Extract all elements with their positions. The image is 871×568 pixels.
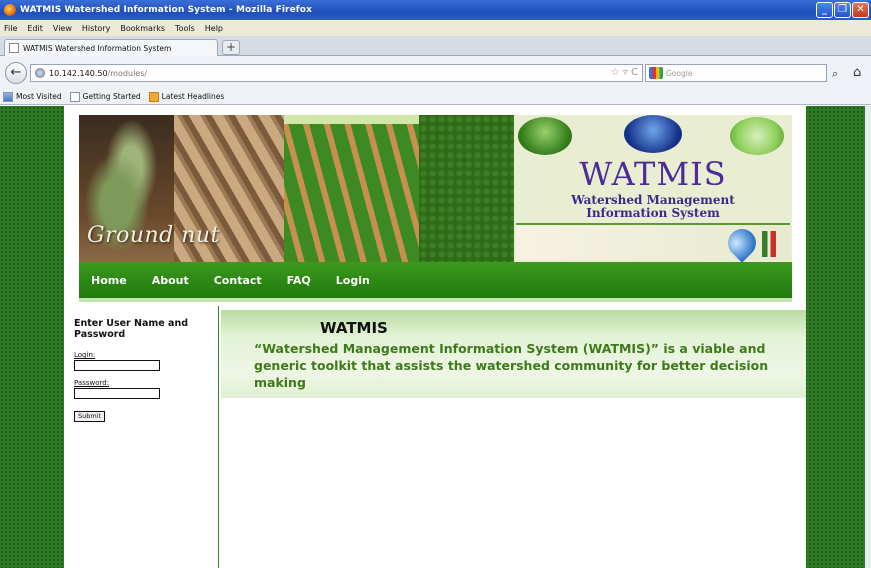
search-icon[interactable]: ⌕ bbox=[832, 67, 838, 81]
nav-contact[interactable]: Contact bbox=[214, 274, 262, 287]
new-tab-button[interactable]: + bbox=[222, 40, 240, 55]
url-path: /modules/ bbox=[107, 68, 148, 78]
page-icon bbox=[69, 91, 80, 102]
page-favicon-icon bbox=[9, 43, 19, 53]
logo-subtitle-line1: Watershed Management bbox=[571, 193, 735, 207]
nav-about[interactable]: About bbox=[152, 274, 189, 287]
password-label: Password: bbox=[74, 379, 110, 387]
nav-divider bbox=[79, 298, 792, 302]
plant-growth-strip bbox=[516, 223, 790, 262]
login-heading: Enter User Name and Password bbox=[74, 318, 189, 340]
menu-file[interactable]: File bbox=[4, 24, 17, 33]
page-background: Ground nut WATMIS Watershed Management I… bbox=[0, 106, 871, 568]
green-earth-icon bbox=[730, 117, 784, 155]
menu-bar: File Edit View History Bookmarks Tools H… bbox=[0, 20, 871, 36]
logo-subtitle-line2: Information System bbox=[586, 206, 720, 220]
globe-icon bbox=[624, 115, 682, 153]
google-icon[interactable] bbox=[649, 67, 663, 79]
url-host: 10.142.140.50 bbox=[49, 68, 108, 78]
menu-edit[interactable]: Edit bbox=[27, 24, 43, 33]
bookmark-label: Most Visited bbox=[16, 92, 62, 101]
water-drop-icon bbox=[722, 223, 762, 262]
close-button[interactable]: ✕ bbox=[852, 2, 869, 18]
bookmarks-toolbar: Most Visited Getting Started Latest Head… bbox=[0, 89, 871, 105]
tab-watmis[interactable]: WATMIS Watershed Information System bbox=[4, 39, 218, 56]
menu-view[interactable]: View bbox=[53, 24, 72, 33]
nav-faq[interactable]: FAQ bbox=[287, 274, 311, 287]
menu-tools[interactable]: Tools bbox=[175, 24, 195, 33]
password-input[interactable] bbox=[74, 388, 160, 399]
maximize-button[interactable]: ❐ bbox=[834, 2, 851, 18]
sidebar: Enter User Name and Password Login: Pass… bbox=[64, 306, 219, 568]
bookmark-latest-headlines[interactable]: Latest Headlines bbox=[148, 91, 225, 102]
main-nav: Home About Contact FAQ Login bbox=[79, 262, 792, 298]
bookmark-getting-started[interactable]: Getting Started bbox=[69, 91, 141, 102]
most-visited-icon bbox=[3, 91, 13, 102]
watmis-logo: WATMIS Watershed Management Information … bbox=[514, 115, 792, 262]
logo-title: WATMIS bbox=[579, 155, 727, 193]
bookmark-most-visited[interactable]: Most Visited bbox=[3, 91, 62, 102]
page-container: Ground nut WATMIS Watershed Management I… bbox=[64, 106, 806, 568]
login-label: Login: bbox=[74, 351, 96, 359]
crop-field-image bbox=[419, 115, 514, 262]
rss-icon bbox=[148, 91, 159, 102]
url-bar-tools[interactable]: ☆ ▿ C bbox=[611, 67, 638, 78]
nav-home[interactable]: Home bbox=[91, 274, 127, 287]
search-placeholder: Google bbox=[666, 68, 693, 78]
tab-bar: WATMIS Watershed Information System + bbox=[0, 36, 871, 56]
window-controls: _ ❐ ✕ bbox=[816, 2, 869, 18]
navigation-toolbar: ← 10.142.140.50 /modules/ ☆ ▿ C Google ⌕… bbox=[0, 56, 871, 89]
home-icon[interactable]: ⌂ bbox=[853, 65, 861, 80]
seedling-icon bbox=[518, 117, 572, 155]
nav-login[interactable]: Login bbox=[336, 274, 370, 287]
submit-button[interactable]: Submit bbox=[74, 411, 105, 422]
minimize-button[interactable]: _ bbox=[816, 2, 833, 18]
banner-caption: Ground nut bbox=[87, 223, 220, 248]
site-identity-icon[interactable] bbox=[35, 68, 45, 78]
window-titlebar: WATMIS Watershed Information System - Mo… bbox=[0, 0, 871, 20]
vertical-scrollbar[interactable] bbox=[865, 106, 871, 568]
firefox-icon bbox=[4, 4, 16, 16]
window-title: WATMIS Watershed Information System - Mo… bbox=[20, 5, 312, 15]
back-button[interactable]: ← bbox=[5, 62, 27, 84]
login-input[interactable] bbox=[74, 360, 160, 371]
tab-label: WATMIS Watershed Information System bbox=[23, 43, 172, 53]
header-banner: Ground nut WATMIS Watershed Management I… bbox=[79, 115, 792, 262]
menu-history[interactable]: History bbox=[82, 24, 110, 33]
search-input[interactable]: Google bbox=[645, 64, 827, 82]
welcome-panel: WATMIS “Watershed Management Information… bbox=[221, 310, 806, 398]
menu-help[interactable]: Help bbox=[205, 24, 223, 33]
address-bar[interactable]: 10.142.140.50 /modules/ ☆ ▿ C bbox=[30, 64, 643, 82]
menu-bookmarks[interactable]: Bookmarks bbox=[120, 24, 165, 33]
bar-chart-icon bbox=[762, 231, 776, 257]
main-description: “Watershed Management Information System… bbox=[254, 341, 769, 390]
bookmark-label: Getting Started bbox=[82, 92, 141, 101]
bookmark-label: Latest Headlines bbox=[161, 92, 225, 101]
crop-rows-image bbox=[284, 115, 419, 262]
login-form: Enter User Name and Password Login: Pass… bbox=[74, 318, 204, 430]
main-title: WATMIS bbox=[320, 319, 388, 337]
